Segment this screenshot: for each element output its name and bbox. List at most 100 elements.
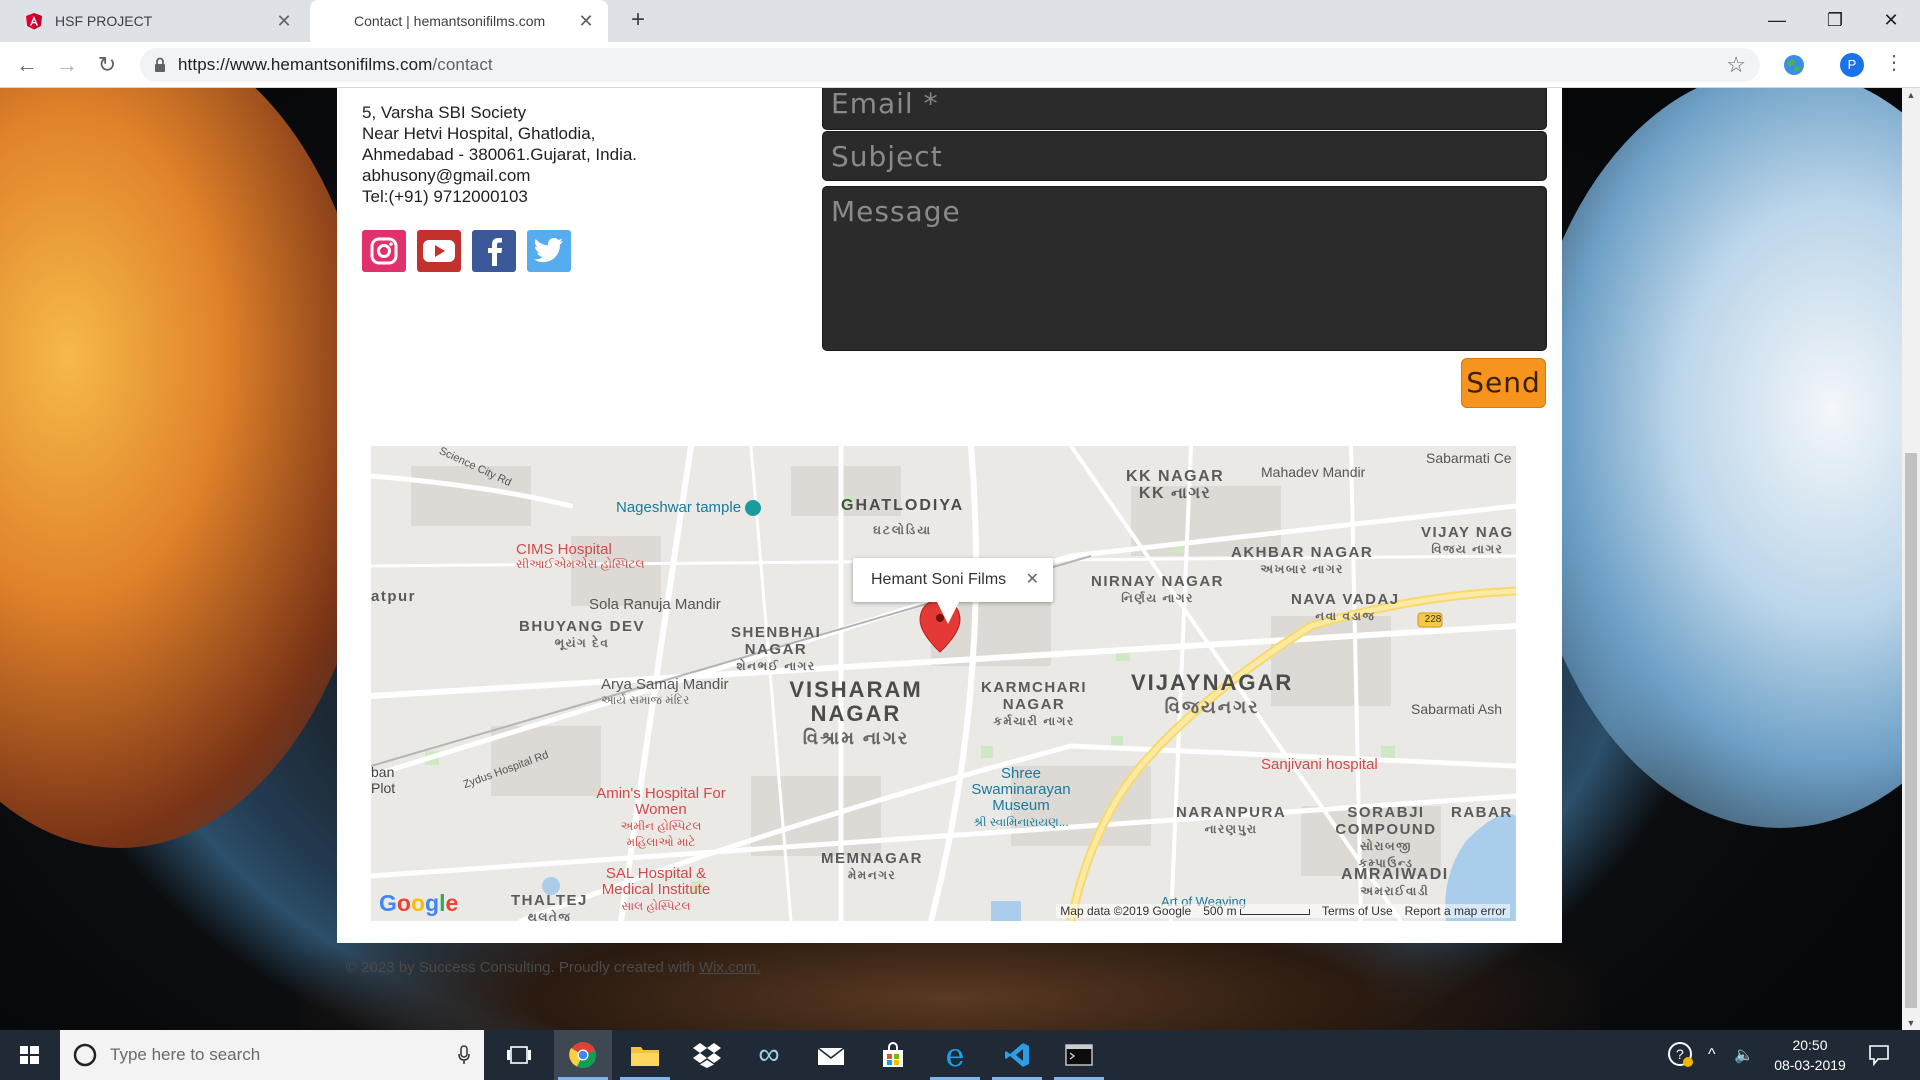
maximize-button[interactable]: ❐ xyxy=(1806,0,1864,42)
microphone-icon[interactable] xyxy=(458,1045,470,1065)
back-arrow-icon[interactable]: ← xyxy=(12,50,42,80)
task-view-icon[interactable] xyxy=(490,1030,548,1080)
scroll-up-icon[interactable]: ▲ xyxy=(1902,90,1920,100)
svg-text:?: ? xyxy=(1676,1046,1684,1062)
map-label: AKHBAR NAGAR અખબાર નાગર xyxy=(1231,544,1374,576)
tab-strip: HSF PROJECT ✕ Contact | hemantsonifilms.… xyxy=(0,0,1920,42)
scroll-down-icon[interactable]: ▼ xyxy=(1902,1018,1920,1028)
message-placeholder: Message xyxy=(831,195,961,228)
map-label: Sabarmati Ce xyxy=(1426,450,1512,466)
map-label: VIJAYNAGAR વિજયનગર xyxy=(1131,670,1294,718)
extension-icon[interactable] xyxy=(1782,53,1806,77)
map-label: GHATLODIYA ઘટલોડિયા xyxy=(841,497,965,537)
vertical-scrollbar[interactable]: ▲ ▼ xyxy=(1902,88,1920,1030)
message-field[interactable]: Message xyxy=(822,186,1547,351)
map-data-text: Map data ©2019 Google xyxy=(1060,904,1192,918)
clock-date: 08-03-2019 xyxy=(1774,1057,1846,1073)
map-label: VIJAY NAG વિજય નાગર xyxy=(1421,524,1514,556)
page-viewport: 5, Varsha SBI Society Near Hetvi Hospita… xyxy=(0,88,1902,1030)
help-icon[interactable]: ? xyxy=(1668,1030,1694,1080)
close-icon[interactable]: ✕ xyxy=(576,11,596,32)
footer-text: © 2023 by Success Consulting. Proudly cr… xyxy=(346,959,699,976)
mail-icon[interactable] xyxy=(802,1030,860,1080)
map-label: SHENBHAI NAGAR શેનભઈ નાગર xyxy=(731,624,822,673)
map-label: Sabarmati Ash xyxy=(1411,701,1503,717)
infinity-app-icon[interactable]: ∞ xyxy=(740,1030,798,1080)
email-placeholder: Email * xyxy=(831,88,939,120)
background-image xyxy=(1520,88,1902,828)
file-explorer-icon[interactable] xyxy=(616,1030,674,1080)
forward-arrow-icon[interactable]: → xyxy=(52,50,82,80)
map-label: atpur xyxy=(371,588,416,605)
twitter-icon[interactable] xyxy=(527,230,571,272)
map-label: THALTEJ થલતેજ xyxy=(511,892,588,921)
google-logo: Google xyxy=(379,890,459,916)
dropbox-icon[interactable] xyxy=(678,1030,736,1080)
phone-text: Tel:(+91) 9712000103 xyxy=(362,187,528,206)
map-label: Mahadev Mandir xyxy=(1261,464,1366,480)
search-placeholder: Type here to search xyxy=(110,1045,261,1064)
system-clock[interactable]: 20:50 08-03-2019 xyxy=(1760,1035,1860,1075)
background-image xyxy=(0,88,380,848)
minimize-button[interactable]: — xyxy=(1748,0,1806,42)
map-label: SAL Hospital & Medical Institute સાલ હોસ્… xyxy=(601,865,711,914)
vscode-icon[interactable] xyxy=(988,1030,1046,1080)
temple-icon xyxy=(745,500,762,517)
google-map[interactable]: Nageshwar tample Science City Rd GHATLOD… xyxy=(371,446,1516,921)
internet-explorer-icon[interactable]: e xyxy=(926,1030,984,1080)
address-line: 5, Varsha SBI Society xyxy=(362,103,527,122)
map-label: Sola Ranuja Mandir xyxy=(589,596,721,613)
close-icon[interactable]: ✕ xyxy=(274,11,294,32)
report-error-link[interactable]: Report a map error xyxy=(1405,904,1506,918)
address-line: Ahmedabad - 380061.Gujarat, India. xyxy=(362,145,638,164)
tab-title: HSF PROJECT xyxy=(55,13,153,29)
instagram-icon[interactable] xyxy=(362,230,406,272)
map-info-window: Hemant Soni Films ✕ xyxy=(853,558,1053,602)
terms-link[interactable]: Terms of Use xyxy=(1322,904,1393,918)
tab-contact[interactable]: Contact | hemantsonifilms.com ✕ xyxy=(310,0,608,42)
close-window-button[interactable]: ✕ xyxy=(1862,0,1920,42)
scroll-thumb[interactable] xyxy=(1905,453,1917,1008)
map-label: NARANPURA નારણપુરા xyxy=(1176,804,1287,836)
lock-icon xyxy=(155,57,165,72)
map-label: BHUYANG DEV ભૂયંગ દેવ xyxy=(519,618,645,650)
terminal-icon[interactable] xyxy=(1050,1030,1108,1080)
youtube-icon[interactable] xyxy=(417,230,461,272)
subject-field[interactable]: Subject xyxy=(822,131,1547,181)
map-label: AMRAIWADI અમરાઈવાડી xyxy=(1341,866,1449,898)
start-button[interactable] xyxy=(0,1030,58,1080)
store-icon[interactable] xyxy=(864,1030,922,1080)
facebook-icon[interactable] xyxy=(472,230,516,272)
map-label: CIMS Hospital સીઆઈએમએસ હોસ્પિટલ xyxy=(516,541,645,571)
browser-toolbar: ← → ↻ https://www.hemantsonifilms.com/co… xyxy=(0,42,1920,88)
address-line: Near Hetvi Hospital, Ghatlodia, xyxy=(362,124,596,143)
send-button[interactable]: Send xyxy=(1461,358,1546,408)
chevron-up-icon[interactable]: ^ xyxy=(1708,1030,1716,1080)
tab-hsf-project[interactable]: HSF PROJECT ✕ xyxy=(10,0,306,42)
email-field[interactable]: Email * xyxy=(822,88,1547,130)
cortana-icon xyxy=(73,1043,97,1067)
social-links xyxy=(362,230,571,272)
email-text: abhusony@gmail.com xyxy=(362,166,531,185)
angular-icon xyxy=(26,13,42,30)
close-icon[interactable]: ✕ xyxy=(1026,558,1039,602)
action-center-icon[interactable] xyxy=(1868,1030,1890,1080)
map-label: MEMNAGAR મેમનગર xyxy=(821,850,923,882)
address-bar[interactable]: https://www.hemantsonifilms.com/contact … xyxy=(140,48,1760,82)
map-label: NAVA VADAJ નવા વડાજ xyxy=(1291,591,1400,623)
profile-avatar[interactable]: P xyxy=(1840,53,1864,77)
chrome-icon[interactable] xyxy=(554,1030,612,1080)
taskbar-search[interactable]: Type here to search xyxy=(60,1030,484,1080)
address-block: 5, Varsha SBI Society Near Hetvi Hospita… xyxy=(362,102,637,207)
more-menu-icon[interactable]: ⋮ xyxy=(1884,50,1904,75)
reload-icon[interactable]: ↻ xyxy=(92,50,122,80)
new-tab-button[interactable]: + xyxy=(625,7,651,33)
map-label: NIRNAY NAGAR નિર્ણય નાગર xyxy=(1091,573,1225,605)
wix-link[interactable]: Wix.com. xyxy=(699,959,761,976)
map-label: Arya Samaj Mandir આર્ય સમાજ મંદિર xyxy=(601,676,729,707)
map-label: KK NAGAR KK નાગર xyxy=(1126,468,1225,502)
volume-icon[interactable]: 🔈 xyxy=(1734,1030,1754,1080)
subject-placeholder: Subject xyxy=(831,140,943,173)
bookmark-star-icon[interactable]: ☆ xyxy=(1726,52,1746,78)
clock-time: 20:50 xyxy=(1792,1037,1828,1053)
